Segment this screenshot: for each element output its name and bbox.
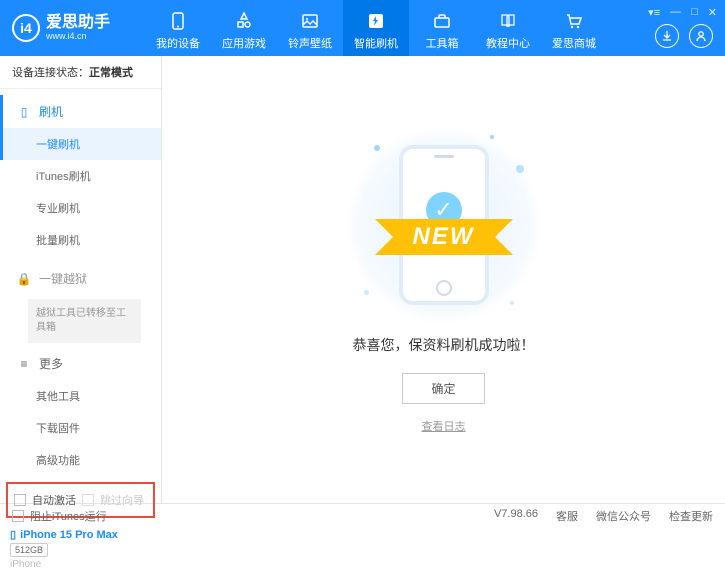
main-content: ✓ NEW 恭喜您，保资料刷机成功啦！ 确定 查看日志 <box>162 56 725 503</box>
window-controls: ▾≡ — □ ✕ <box>648 6 717 19</box>
sidebar: 设备连接状态：正常模式 ▯刷机 一键刷机 iTunes刷机 专业刷机 批量刷机 … <box>0 56 162 503</box>
skip-guide-checkbox[interactable] <box>82 494 94 506</box>
cart-icon <box>563 10 585 32</box>
success-message: 恭喜您，保资料刷机成功啦！ <box>353 335 535 355</box>
nav-store[interactable]: 爱思商城 <box>541 0 607 56</box>
phone-icon <box>167 10 189 32</box>
jailbreak-note: 越狱工具已转移至工具箱 <box>28 299 141 343</box>
sidebar-item-firmware[interactable]: 下载固件 <box>0 412 161 444</box>
nav-tutorials[interactable]: 教程中心 <box>475 0 541 56</box>
sidebar-item-other[interactable]: 其他工具 <box>0 380 161 412</box>
footer-update[interactable]: 检查更新 <box>669 508 713 524</box>
apps-icon <box>233 10 255 32</box>
image-icon <box>299 10 321 32</box>
phone-small-icon: ▯ <box>17 105 31 119</box>
minimize-icon[interactable]: — <box>670 6 681 19</box>
close-icon[interactable]: ✕ <box>708 6 717 19</box>
footer-wechat[interactable]: 微信公众号 <box>596 508 651 524</box>
sidebar-item-batch[interactable]: 批量刷机 <box>0 224 161 256</box>
device-icon: ▯ <box>10 528 16 541</box>
new-ribbon: NEW <box>395 219 493 255</box>
sidebar-item-itunes[interactable]: iTunes刷机 <box>0 160 161 192</box>
sidebar-item-advanced[interactable]: 高级功能 <box>0 444 161 476</box>
device-type: iPhone <box>10 559 151 570</box>
nav-my-device[interactable]: 我的设备 <box>145 0 211 56</box>
logo: i4 爱思助手 www.i4.cn <box>0 14 145 42</box>
footer-support[interactable]: 客服 <box>556 508 578 524</box>
book-icon <box>497 10 519 32</box>
app-title: 爱思助手 <box>46 14 110 32</box>
menu-icon[interactable]: ▾≡ <box>648 6 660 19</box>
top-nav: 我的设备 应用游戏 铃声壁纸 智能刷机 工具箱 教程中心 爱思商城 <box>145 0 607 56</box>
storage-badge: 512GB <box>10 543 48 557</box>
maximize-icon[interactable]: □ <box>691 6 698 19</box>
lock-icon: 🔒 <box>17 272 31 286</box>
auto-activate-checkbox[interactable] <box>14 494 26 506</box>
ok-button[interactable]: 确定 <box>402 373 484 404</box>
device-name[interactable]: ▯iPhone 15 Pro Max <box>10 528 151 541</box>
header: i4 爱思助手 www.i4.cn 我的设备 应用游戏 铃声壁纸 智能刷机 工具… <box>0 0 725 56</box>
sidebar-head-more[interactable]: ≡更多 <box>0 347 161 380</box>
nav-ringtones[interactable]: 铃声壁纸 <box>277 0 343 56</box>
sidebar-item-oneclick[interactable]: 一键刷机 <box>0 128 161 160</box>
nav-apps[interactable]: 应用游戏 <box>211 0 277 56</box>
block-itunes-checkbox[interactable] <box>12 510 24 522</box>
version-label: V7.98.66 <box>494 508 538 524</box>
view-log-link[interactable]: 查看日志 <box>422 418 466 434</box>
block-itunes-label: 阻止iTunes运行 <box>30 508 107 524</box>
success-illustration: ✓ NEW <box>344 125 544 325</box>
sidebar-head-flash[interactable]: ▯刷机 <box>0 95 161 128</box>
app-url: www.i4.cn <box>46 32 110 42</box>
flash-icon <box>365 10 387 32</box>
download-button[interactable] <box>655 24 679 48</box>
nav-flash[interactable]: 智能刷机 <box>343 0 409 56</box>
logo-icon: i4 <box>12 14 40 42</box>
connection-status: 设备连接状态：正常模式 <box>0 56 161 89</box>
user-button[interactable] <box>689 24 713 48</box>
nav-toolbox[interactable]: 工具箱 <box>409 0 475 56</box>
more-icon: ≡ <box>17 357 31 371</box>
sidebar-item-pro[interactable]: 专业刷机 <box>0 192 161 224</box>
toolbox-icon <box>431 10 453 32</box>
sidebar-head-jailbreak[interactable]: 🔒一键越狱 <box>0 262 161 295</box>
device-info: ▯iPhone 15 Pro Max 512GB iPhone <box>0 522 161 576</box>
